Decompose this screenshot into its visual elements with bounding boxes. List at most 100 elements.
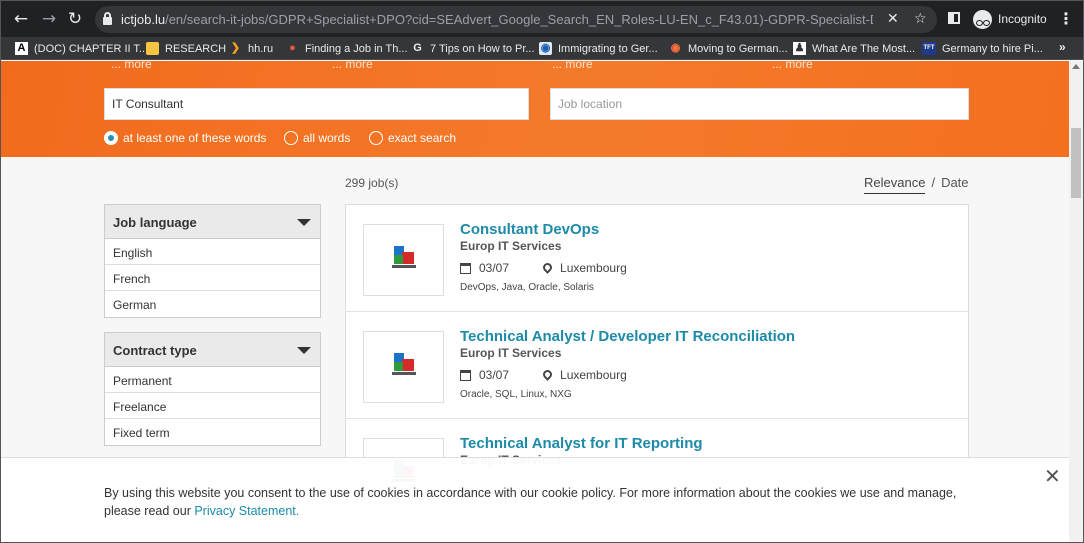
filter-option-english[interactable]: English (105, 239, 320, 265)
scrollbar-thumb[interactable] (1071, 128, 1081, 198)
incognito-icon[interactable] (973, 10, 992, 29)
scroll-up-arrow-icon[interactable] (1072, 64, 1080, 69)
bookmark-item[interactable]: ❯ hh.ru (229, 40, 273, 57)
more-link[interactable]: ... more (552, 61, 593, 71)
browser-toolbar: ← → ↻ ictjob.lu/en/search-it-jobs/GDPR+S… (1, 1, 1083, 37)
sort-separator: / (931, 175, 936, 190)
radio-exact-search[interactable]: exact search (369, 131, 456, 145)
cookie-banner: By using this website you consent to the… (1, 457, 1069, 542)
forward-arrow-icon[interactable]: → (39, 9, 59, 29)
hh-icon: ❯ (230, 42, 241, 54)
more-link[interactable]: ... more (111, 61, 152, 71)
globe-icon: ● (289, 42, 296, 54)
radio-at-least-one-word[interactable]: at least one of these words (104, 131, 266, 145)
caret-down-icon (297, 219, 311, 226)
bookmark-label: 7 Tips on How to Pr... (430, 42, 535, 55)
radio-dot (369, 131, 383, 145)
job-location-input[interactable]: Job location (550, 88, 969, 120)
company-logo[interactable] (363, 331, 444, 403)
filter-contract-type: Contract type Permanent Freelance Fixed … (104, 332, 321, 446)
filter-option-french[interactable]: French (105, 265, 320, 291)
job-title-link[interactable]: Consultant DevOps (460, 221, 599, 238)
keyword-search-input[interactable]: IT Consultant (104, 88, 529, 120)
more-link[interactable]: ... more (772, 61, 813, 71)
sort-date[interactable]: Date (941, 175, 968, 190)
browser-window: ← → ↻ ictjob.lu/en/search-it-jobs/GDPR+S… (0, 0, 1084, 543)
job-location: Luxembourg (560, 368, 627, 382)
bookmark-item[interactable]: TFT Germany to hire Pi... (922, 40, 1043, 57)
job-date: 03/07 (479, 261, 510, 275)
bookmark-label: hh.ru (248, 42, 274, 55)
filter-header[interactable]: Contract type (105, 333, 320, 367)
radio-all-words[interactable]: all words (284, 131, 350, 145)
url-path: /en/search-it-jobs/GDPR+Specialist+DPO?c… (165, 12, 873, 27)
filter-option-freelance[interactable]: Freelance (105, 393, 320, 419)
filter-header[interactable]: Job language (105, 205, 320, 239)
job-card[interactable]: Consultant DevOps Europ IT Services 03/0… (346, 205, 968, 312)
job-title-link[interactable]: Technical Analyst / Developer IT Reconci… (460, 328, 795, 345)
bookmarks-overflow-icon[interactable]: » (1059, 40, 1066, 54)
search-banner: ... more ... more ... more ... more IT C… (1, 61, 1069, 157)
job-title-link[interactable]: Technical Analyst for IT Reporting (460, 435, 703, 452)
calendar-icon (460, 262, 471, 274)
sort-relevance[interactable]: Relevance (864, 175, 926, 194)
job-tags: Oracle, SQL, Linux, NXG (460, 389, 572, 400)
globe-icon: ◉ (539, 42, 552, 55)
job-card[interactable]: Technical Analyst / Developer IT Reconci… (346, 312, 968, 419)
privacy-statement-link[interactable]: Privacy Statement. (194, 504, 299, 518)
caret-down-icon (297, 347, 311, 354)
google-icon: G (413, 42, 422, 54)
filter-title: Job language (113, 215, 197, 230)
tft-icon: TFT (922, 42, 936, 55)
bookmarks-bar: A (DOC) CHAPTER II T... RESEARCH ❯ hh.ru ●… (1, 37, 1083, 60)
eye-off-icon[interactable]: ✕ (887, 11, 899, 27)
filter-title: Contract type (113, 343, 197, 358)
company-logo[interactable] (363, 224, 444, 296)
radio-dot (104, 131, 118, 145)
side-panel-icon[interactable] (948, 12, 960, 24)
bookmark-item[interactable]: ◉ Moving to German... (669, 40, 788, 57)
bookmark-label: Immigrating to Ger... (558, 42, 658, 55)
cookie-message: By using this website you consent to the… (104, 484, 984, 520)
radio-label: all words (303, 131, 351, 145)
folder-icon (146, 42, 159, 55)
bookmark-item[interactable]: A (DOC) CHAPTER II T... (15, 40, 148, 57)
job-company: Europ IT Services (460, 346, 562, 360)
sort-options: Relevance / Date (864, 175, 969, 194)
more-menu-icon[interactable]: ⋮ (1058, 9, 1074, 28)
calendar-icon (460, 369, 471, 381)
incognito-label[interactable]: Incognito (998, 12, 1047, 26)
bookmark-item[interactable]: RESEARCH (146, 40, 226, 57)
filter-option-german[interactable]: German (105, 291, 320, 317)
url-text[interactable]: ictjob.lu/en/search-it-jobs/GDPR+Special… (121, 12, 873, 27)
location-pin-icon (541, 367, 554, 381)
filter-option-fixed-term[interactable]: Fixed term (105, 419, 320, 445)
bookmark-label: Moving to German... (688, 42, 788, 55)
bookmark-label: (DOC) CHAPTER II T... (34, 42, 149, 55)
bookmark-item[interactable]: G 7 Tips on How to Pr... (411, 40, 535, 57)
job-meta: 03/07 Luxembourg (460, 260, 627, 275)
location-pin-icon (541, 260, 554, 274)
filter-option-permanent[interactable]: Permanent (105, 367, 320, 393)
person-icon: ♟ (793, 42, 806, 55)
close-icon[interactable]: ✕ (1044, 464, 1061, 488)
back-arrow-icon[interactable]: ← (11, 9, 31, 29)
job-company: Europ IT Services (460, 239, 562, 253)
bookmark-label: RESEARCH (165, 42, 227, 55)
radio-label: at least one of these words (123, 131, 267, 145)
more-link[interactable]: ... more (332, 61, 373, 71)
job-tags: DevOps, Java, Oracle, Solaris (460, 282, 594, 293)
bookmark-item[interactable]: ● Finding a Job in Th... (286, 40, 408, 57)
job-date: 03/07 (479, 368, 510, 382)
url-host: ictjob.lu (121, 12, 166, 27)
bookmark-item[interactable]: ♟ What Are The Most... (793, 40, 915, 57)
radio-dot (284, 131, 298, 145)
star-icon[interactable]: ☆ (914, 11, 927, 27)
reload-icon[interactable]: ↻ (65, 9, 85, 29)
bookmark-item[interactable]: ◉ Immigrating to Ger... (539, 40, 658, 57)
job-location: Luxembourg (560, 261, 627, 275)
bookmark-label: Finding a Job in Th... (305, 42, 408, 55)
address-bar[interactable]: ictjob.lu/en/search-it-jobs/GDPR+Special… (95, 6, 937, 33)
bookmark-label: What Are The Most... (812, 42, 916, 55)
job-count: 299 job(s) (345, 176, 399, 190)
